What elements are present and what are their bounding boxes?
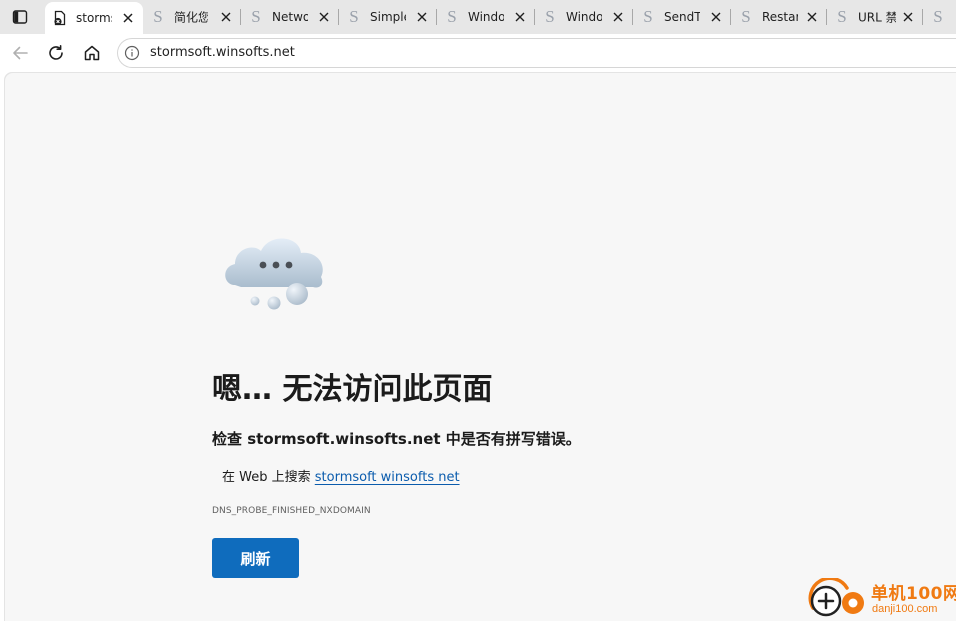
back-button[interactable] xyxy=(6,39,34,67)
s-site-icon: S xyxy=(933,7,943,26)
tab-item[interactable]: S Windo xyxy=(535,4,633,30)
tab-item[interactable]: S Netwo xyxy=(241,4,339,30)
home-button[interactable] xyxy=(78,39,106,67)
tab-close-button[interactable] xyxy=(121,11,135,25)
watermark-name: 单机100网 xyxy=(871,584,956,604)
tab-title: Restar xyxy=(762,10,798,24)
web-search-link[interactable]: stormsoft winsofts net xyxy=(315,470,460,485)
close-icon xyxy=(123,13,133,23)
broken-page-icon xyxy=(52,10,68,26)
tab-title: URL 禁 xyxy=(858,10,896,25)
home-icon xyxy=(84,45,100,61)
close-icon xyxy=(417,12,427,22)
refresh-toolbar-button[interactable] xyxy=(42,39,70,67)
tab-close-button[interactable] xyxy=(415,10,429,24)
refresh-button[interactable]: 刷新 xyxy=(212,538,299,578)
back-arrow-icon xyxy=(13,46,28,60)
close-icon xyxy=(221,12,231,22)
s-site-icon: S xyxy=(741,7,751,26)
refresh-icon xyxy=(49,45,63,60)
close-icon xyxy=(515,12,525,22)
tab-item[interactable]: S Windo xyxy=(437,4,535,30)
s-site-icon: S xyxy=(349,7,359,26)
tab-stormsoft[interactable]: storms xyxy=(45,2,143,34)
watermark-logo xyxy=(808,578,864,617)
web-search-suggestion: 在 Web 上搜索 stormsoft winsofts net xyxy=(222,466,460,485)
tab-title: SendTo xyxy=(664,10,700,24)
tab-item[interactable]: S SendTo xyxy=(633,4,731,30)
tab-close-button[interactable] xyxy=(219,10,233,24)
tab-item[interactable]: S Simple xyxy=(339,4,437,30)
s-site-icon: S xyxy=(837,7,847,26)
address-bar[interactable]: stormsoft.winsofts.net xyxy=(117,38,956,68)
error-code: DNS_PROBE_FINISHED_NXDOMAIN xyxy=(212,506,371,516)
vertical-tabs-button[interactable] xyxy=(7,5,33,29)
tab-title: Windo xyxy=(566,10,602,24)
s-site-icon: S xyxy=(153,7,163,26)
error-hint: 检查 stormsoft.winsofts.net 中是否有拼写错误。 xyxy=(212,430,581,448)
tab-item[interactable]: S 简化您 xyxy=(143,4,241,30)
tab-title: Netwo xyxy=(272,10,308,24)
close-icon xyxy=(319,12,329,22)
tab-title: storms xyxy=(76,11,112,25)
tab-close-button[interactable] xyxy=(709,10,723,24)
tab-item[interactable]: S URL 禁 xyxy=(827,4,923,30)
tab-strip: storms S 简化您 S Netwo S Simple S Windo xyxy=(0,0,956,34)
tab-close-button[interactable] xyxy=(513,10,527,24)
watermark-domain: danji100.com xyxy=(872,603,938,615)
close-icon xyxy=(711,12,721,22)
s-site-icon: S xyxy=(447,7,457,26)
search-prefix: 在 Web 上搜索 xyxy=(222,470,315,485)
s-site-icon: S xyxy=(545,7,555,26)
close-icon xyxy=(613,12,623,22)
page-content xyxy=(4,72,956,621)
tab-title: 简化您 xyxy=(174,10,208,25)
tab-close-button[interactable] xyxy=(611,10,625,24)
toolbar: stormsoft.winsofts.net xyxy=(0,34,956,72)
sidebar-icon xyxy=(12,10,28,24)
close-icon xyxy=(807,12,817,22)
s-site-icon: S xyxy=(643,7,653,26)
tab-item[interactable]: S xyxy=(923,4,956,30)
tab-item[interactable]: S Restar xyxy=(731,4,827,30)
close-icon xyxy=(903,12,913,22)
error-title: 嗯… 无法访问此页面 xyxy=(212,372,493,407)
address-text[interactable]: stormsoft.winsofts.net xyxy=(150,45,295,60)
tab-title: Windo xyxy=(468,10,504,24)
tab-title: Simple xyxy=(370,10,406,24)
tab-close-button[interactable] xyxy=(317,10,331,24)
cloud-error-icon xyxy=(225,238,323,310)
tab-close-button[interactable] xyxy=(901,10,915,24)
info-icon[interactable] xyxy=(124,45,140,61)
s-site-icon: S xyxy=(251,7,261,26)
tab-close-button[interactable] xyxy=(805,10,819,24)
